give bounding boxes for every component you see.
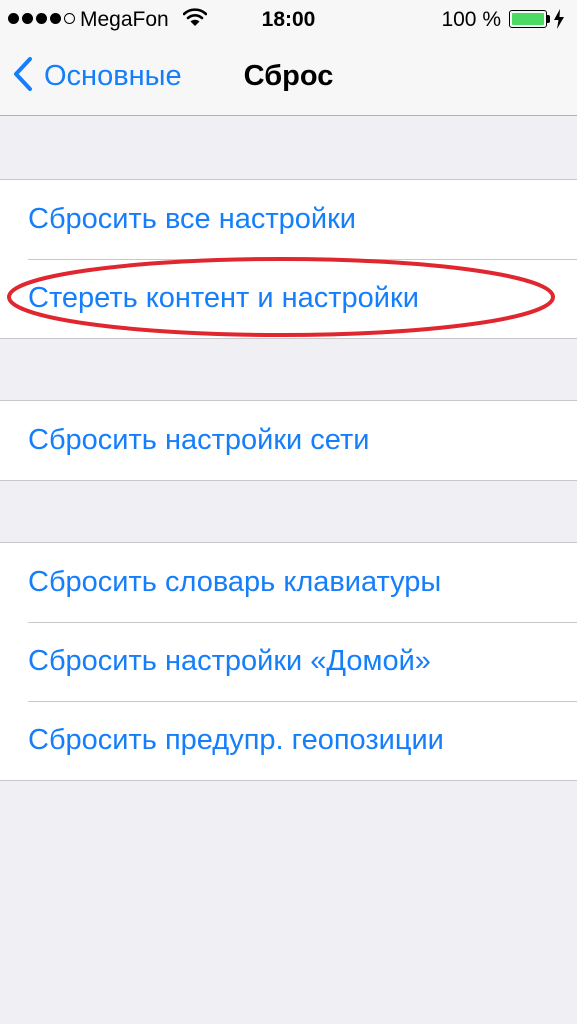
chevron-left-icon bbox=[12, 56, 34, 97]
battery-icon bbox=[509, 10, 547, 28]
status-bar: MegaFon 18:00 100 % bbox=[0, 0, 577, 40]
battery-tip bbox=[547, 15, 550, 23]
battery-fill bbox=[512, 13, 544, 25]
list-item-erase-content-and-settings[interactable]: Стереть контент и настройки bbox=[0, 259, 577, 338]
list-item-label: Сбросить все настройки bbox=[28, 203, 356, 235]
list-item-reset-all-settings[interactable]: Сбросить все настройки bbox=[0, 180, 577, 259]
back-button-label: Основные bbox=[44, 59, 182, 92]
list-item-label: Сбросить словарь клавиатуры bbox=[28, 566, 442, 598]
back-button[interactable]: Основные bbox=[12, 56, 182, 96]
list-item-reset-home-screen-layout[interactable]: Сбросить настройки «Домой» bbox=[0, 622, 577, 701]
list-item-label: Сбросить предупр. геопозиции bbox=[28, 724, 444, 756]
navigation-bar: Основные Сброс bbox=[0, 40, 577, 116]
list-item-reset-keyboard-dictionary[interactable]: Сбросить словарь клавиатуры bbox=[0, 543, 577, 622]
list-item-label: Сбросить настройки «Домой» bbox=[28, 645, 431, 677]
battery-percent: 100 % bbox=[441, 8, 501, 31]
settings-group-reset-all: Сбросить все настройки Стереть контент и… bbox=[0, 179, 577, 339]
list-item-label: Сбросить настройки сети bbox=[28, 424, 370, 456]
list-item-reset-location-warnings[interactable]: Сбросить предупр. геопозиции bbox=[0, 701, 577, 780]
bolt-icon bbox=[553, 8, 565, 36]
settings-group-misc: Сбросить словарь клавиатуры Сбросить нас… bbox=[0, 542, 577, 781]
list-item-reset-network-settings[interactable]: Сбросить настройки сети bbox=[0, 401, 577, 480]
settings-group-network: Сбросить настройки сети bbox=[0, 400, 577, 481]
list-item-label: Стереть контент и настройки bbox=[28, 282, 419, 314]
